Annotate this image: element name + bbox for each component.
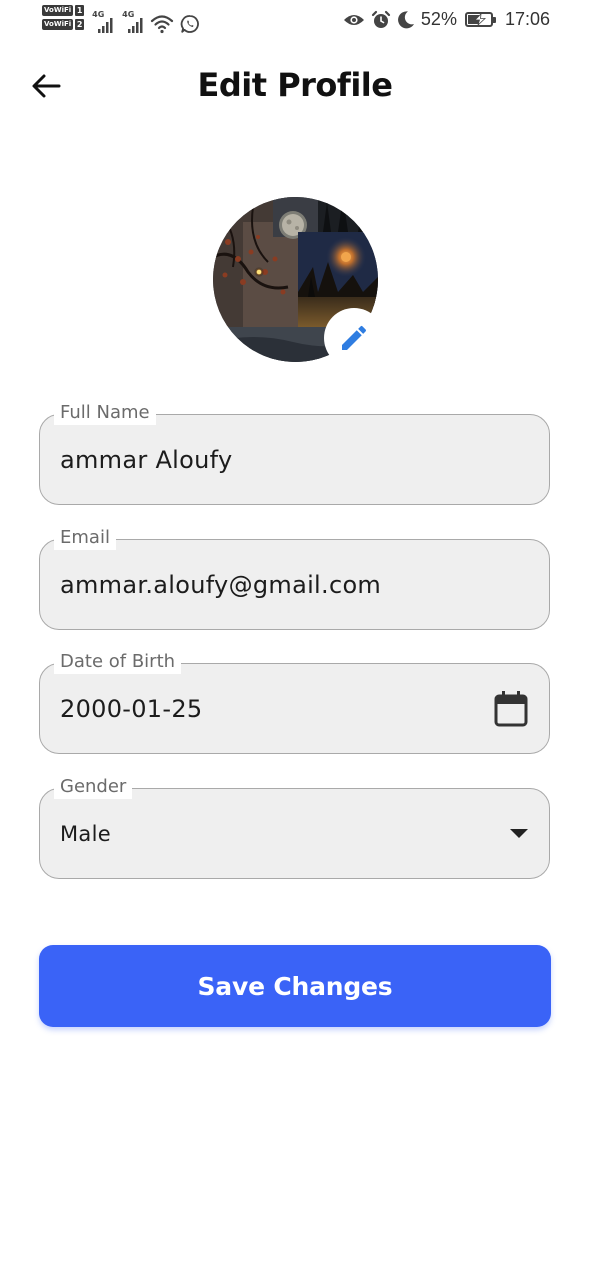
avatar-container [213,197,384,368]
gender-select[interactable]: Male [60,789,111,878]
eye-icon [343,14,364,25]
sim-number: 2 [75,19,85,30]
full-name-field[interactable]: Full Name ammar Aloufy [39,401,550,505]
vowifi-badge: VoWiFi [42,5,74,16]
vowifi-row-2: VoWiFi 2 [42,19,85,30]
email-field[interactable]: Email ammar.aloufy@gmail.com [39,526,550,630]
full-name-input[interactable]: ammar Aloufy [60,415,232,504]
moon-icon [397,10,414,28]
network-type: 4G [122,10,135,19]
signal-icon [98,18,113,33]
battery-icon [464,12,496,27]
status-bar-left: VoWiFi 1 VoWiFi 2 4G 4G [42,5,200,35]
signal-sim-1: 4G [92,5,114,33]
page-title: Edit Profile [197,66,393,104]
date-of-birth-input[interactable]: 2000-01-25 [60,664,202,753]
edit-avatar-button[interactable] [324,308,384,368]
vowifi-row-1: VoWiFi 1 [42,5,85,16]
whatsapp-icon [180,15,200,33]
clock: 17:06 [504,9,550,29]
date-of-birth-field[interactable]: Date of Birth 2000-01-25 [39,650,550,754]
calendar-icon [494,690,528,726]
save-changes-label: Save Changes [197,971,393,1001]
app-bar: Edit Profile [0,58,590,114]
charging-bolt-icon [473,14,486,25]
gender-field[interactable]: Gender Male [39,775,550,879]
sim-number: 1 [75,5,85,16]
gender-dropdown-toggle[interactable] [509,828,529,840]
status-bar-right: 52% 17:06 [343,9,550,30]
network-type: 4G [92,10,105,19]
wifi-icon [151,15,174,34]
vowifi-indicators: VoWiFi 1 VoWiFi 2 [42,5,85,30]
calendar-button[interactable] [493,690,529,728]
battery-percent: 52% [420,9,457,29]
signal-sim-2: 4G [122,5,144,33]
email-input[interactable]: ammar.aloufy@gmail.com [60,540,381,629]
signal-icon [128,18,143,33]
dropdown-arrow-icon [510,828,528,838]
vowifi-badge: VoWiFi [42,19,74,30]
status-bar: VoWiFi 1 VoWiFi 2 4G 4G 52% 17:06 [0,0,590,40]
pencil-icon [342,325,367,350]
alarm-icon [371,10,391,28]
save-changes-button[interactable]: Save Changes [39,945,551,1027]
